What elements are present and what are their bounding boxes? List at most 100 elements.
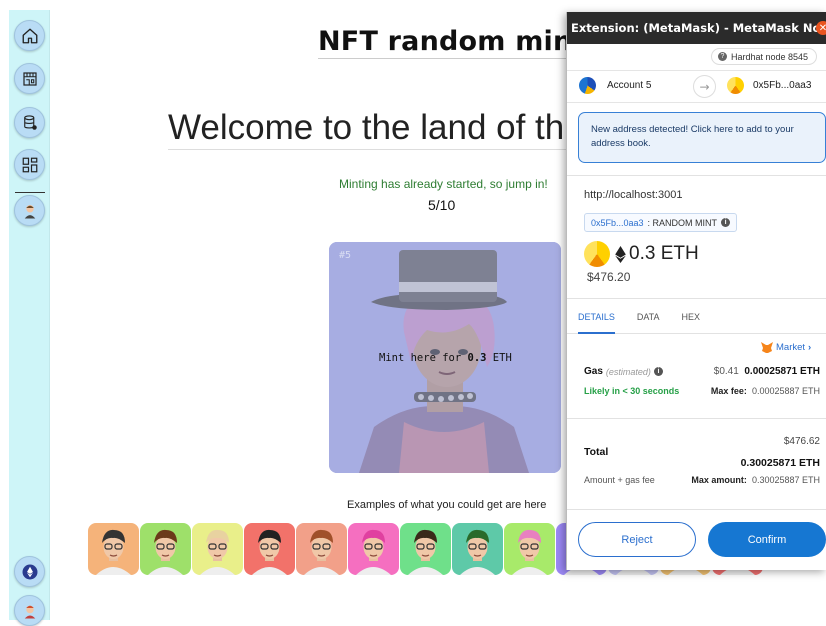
sidebar [9, 10, 50, 626]
divider [567, 175, 826, 176]
ethereum-icon [615, 245, 626, 263]
info-icon[interactable]: i [721, 218, 731, 227]
tab-hex[interactable]: HEX [682, 299, 701, 334]
total-usd: $476.62 [783, 436, 820, 447]
network-name: Hardhat node 8545 [731, 51, 809, 62]
to-account-avatar [727, 77, 744, 94]
database-button[interactable] [14, 107, 45, 138]
profile-avatar-icon [24, 204, 35, 218]
from-account-avatar [579, 77, 596, 94]
info-icon[interactable]: i [653, 367, 663, 376]
example-nft-thumbnail [400, 523, 451, 575]
example-nft-image [356, 529, 391, 575]
gas-time-estimate: Likely in < 30 seconds [584, 386, 680, 396]
metamask-titlebar: Extension: (MetaMask) - MetaMask Notific… [567, 12, 826, 44]
from-account-name[interactable]: Account 5 [607, 80, 651, 91]
market-gas-selector[interactable]: Market › [761, 342, 811, 353]
page-title: NFT random mint [318, 26, 586, 57]
storefront-icon [22, 71, 37, 86]
account-transfer-row: Account 5 → 0x5Fb...0aa3 [567, 70, 826, 103]
user-avatar[interactable] [14, 595, 45, 626]
welcome-divider [168, 149, 568, 150]
amount-usd: $476.20 [587, 270, 631, 284]
example-nft-image [408, 529, 443, 575]
home-button[interactable] [14, 20, 45, 51]
method-name: : RANDOM MINT [647, 217, 718, 228]
metamask-window-title: Extension: (MetaMask) - MetaMask Notific… [571, 21, 826, 35]
tab-data[interactable]: DATA [637, 299, 660, 334]
max-fee-value: 0.00025887 ETH [751, 386, 820, 396]
example-nft-image [148, 529, 183, 575]
token-avatar [584, 241, 610, 267]
gas-usd: $0.41 [713, 366, 739, 377]
ethereum-button[interactable] [14, 556, 45, 587]
max-fee: Max fee: 0.00025887 ETH [711, 386, 820, 396]
confirm-button[interactable]: Confirm [708, 522, 826, 557]
close-icon[interactable]: ✕ [816, 21, 826, 35]
contract-method-badge[interactable]: 0x5Fb...0aa3 : RANDOM MINT i [584, 213, 738, 232]
gas-estimated: (estimated) [605, 366, 651, 377]
user-avatar-icon [24, 605, 35, 618]
examples-label: Examples of what you could get are here [347, 499, 547, 511]
max-amount-value: 0.30025887 ETH [751, 475, 820, 485]
example-nft-image [96, 529, 131, 575]
max-amount: Max amount: 0.30025887 ETH [691, 475, 820, 485]
example-nft-image [512, 529, 547, 575]
example-nft-thumbnail [296, 523, 347, 575]
metamask-fox-icon [761, 342, 773, 353]
example-nft-thumbnail [244, 523, 295, 575]
chevron-right-icon: › [808, 342, 812, 353]
request-origin: http://localhost:3001 [584, 189, 683, 201]
profile-avatar[interactable] [14, 195, 45, 226]
mint-nft-card[interactable]: #5 Mint here for 0.3 ETH [329, 242, 561, 473]
total-eth: 0.30025871 ETH [740, 457, 820, 469]
amount-gas-label: Amount + gas fee [584, 475, 655, 485]
details-tabs: DETAILS DATA HEX [567, 298, 826, 334]
max-amount-label: Max amount: [691, 475, 747, 485]
home-icon [22, 28, 37, 43]
nft-number: #5 [339, 250, 352, 261]
dashboard-icon [22, 157, 37, 172]
example-nft-image [252, 529, 287, 575]
mint-price-value: 0.3 [467, 352, 487, 364]
mint-label-text: Mint here for [379, 352, 468, 364]
example-nft-thumbnail [192, 523, 243, 575]
gas-eth: 0.00025871 ETH [744, 366, 820, 377]
divider [567, 509, 826, 510]
metamask-popup: Extension: (MetaMask) - MetaMask Notific… [566, 12, 826, 570]
divider [567, 418, 826, 419]
example-nft-thumbnail [348, 523, 399, 575]
gas-label: Gas (estimated) i [584, 366, 663, 377]
market-label: Market [776, 342, 806, 353]
example-nft-thumbnail [504, 523, 555, 575]
sidebar-divider [15, 192, 45, 193]
example-nft-image [460, 529, 495, 575]
new-address-notice[interactable]: New address detected! Click here to add … [578, 112, 826, 163]
total-label: Total [584, 446, 609, 458]
welcome-heading: Welcome to the land of th [168, 108, 565, 147]
to-account-address[interactable]: 0x5Fb...0aa3 [753, 80, 811, 91]
amount-row: 0.3 ETH [584, 241, 699, 267]
network-indicator[interactable]: ? Hardhat node 8545 [711, 48, 818, 65]
example-nft-thumbnail [88, 523, 139, 575]
mint-price-currency: ETH [486, 352, 512, 364]
storefront-button[interactable] [14, 63, 45, 94]
ethereum-icon [22, 564, 37, 579]
reject-button[interactable]: Reject [578, 522, 696, 557]
example-nft-thumbnail [452, 523, 503, 575]
transaction-amount: 0.3 ETH [629, 243, 699, 264]
max-fee-label: Max fee: [710, 386, 747, 396]
arrow-right-icon: → [693, 75, 716, 98]
example-nft-thumbnail [140, 523, 191, 575]
contract-address: 0x5Fb...0aa3 [591, 217, 644, 228]
database-icon [23, 114, 37, 130]
tab-details[interactable]: DETAILS [578, 299, 615, 334]
network-icon: ? [718, 52, 727, 61]
gas-values: $0.41 0.00025871 ETH [714, 366, 820, 377]
title-divider [318, 58, 568, 59]
dashboard-button[interactable] [14, 149, 45, 180]
mint-count: 5/10 [428, 197, 456, 213]
mint-price-label[interactable]: Mint here for 0.3 ETH [379, 352, 512, 364]
mint-status-text: Minting has already started, so jump in! [339, 177, 548, 191]
gas-title: Gas [584, 366, 603, 377]
